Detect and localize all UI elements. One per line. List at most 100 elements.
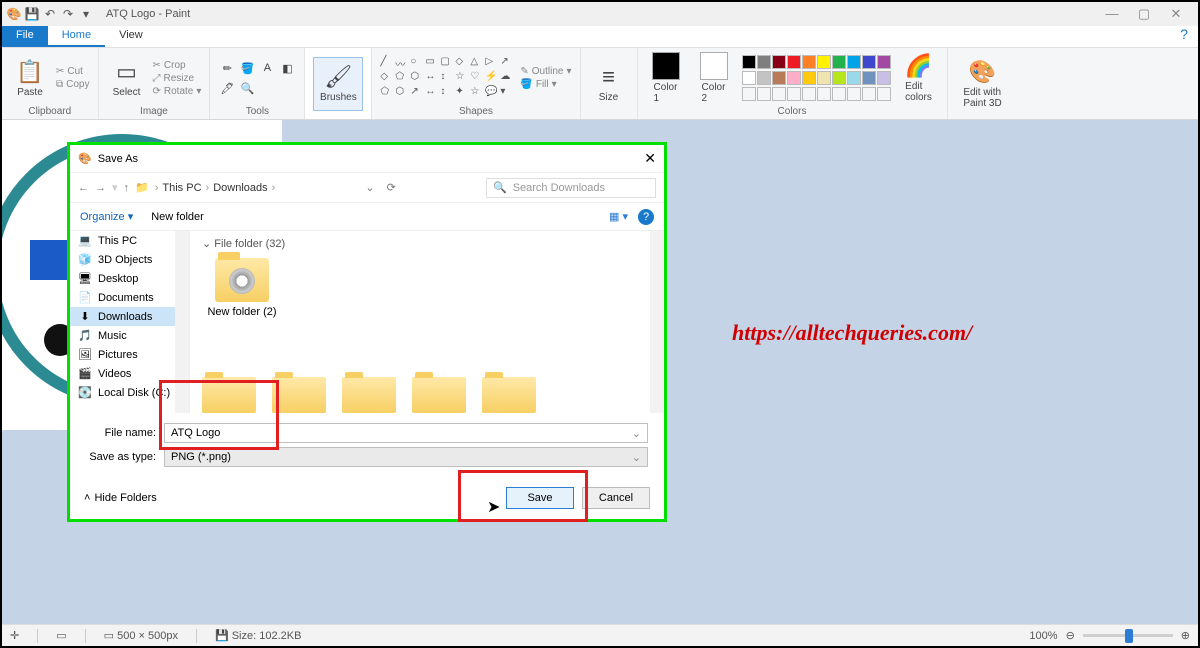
organize-button[interactable]: Organize ▾ — [80, 210, 133, 223]
save-icon[interactable]: 💾 — [24, 6, 40, 22]
brushes-button[interactable]: 🖌Brushes — [313, 57, 363, 111]
savetype-combo[interactable]: PNG (*.png)⌄ — [164, 447, 648, 467]
folder-icon[interactable] — [412, 377, 466, 413]
tree-icon: ⬇ — [78, 310, 92, 323]
back-button[interactable]: ← — [78, 182, 89, 194]
color-swatch[interactable] — [862, 55, 876, 69]
view-button[interactable]: ▦ ▾ — [609, 210, 628, 223]
maximize-button[interactable]: ▢ — [1130, 6, 1158, 22]
text-icon[interactable]: A — [258, 59, 276, 77]
color-swatch[interactable] — [772, 71, 786, 85]
zoom-in-button[interactable]: ⊕ — [1181, 629, 1190, 642]
zoom-out-button[interactable]: ⊖ — [1066, 629, 1075, 642]
shapes-gallery[interactable]: ╱〰○▭▢◇△▷↗ ◇⬠⬡↔↕☆♡⚡☁ ⬠⬡↗↔↕✦☆💬▾ — [380, 56, 514, 100]
color-swatch[interactable] — [862, 71, 876, 85]
color-swatch[interactable] — [802, 55, 816, 69]
up-button[interactable]: ↑ — [124, 182, 130, 194]
breadcrumb[interactable]: ›This PC ›Downloads › — [155, 182, 276, 194]
outline-button[interactable]: ✎Outline ▾ — [520, 66, 571, 77]
color-swatch[interactable] — [847, 55, 861, 69]
color2-button[interactable]: Color 2 — [694, 52, 734, 104]
tree-item[interactable]: 🎬Videos — [70, 364, 189, 383]
fill-shapes-button[interactable]: 🪣Fill ▾ — [520, 79, 571, 90]
group-label: Colors — [646, 104, 939, 117]
filename-label: File name: — [86, 427, 164, 439]
zoom-slider[interactable] — [1083, 634, 1173, 637]
dialog-close-button[interactable]: ✕ — [644, 150, 656, 167]
tree-item[interactable]: 📄Documents — [70, 288, 189, 307]
color-swatch[interactable] — [877, 55, 891, 69]
copy-button[interactable]: ⧉Copy — [56, 79, 90, 90]
eraser-icon[interactable]: ◧ — [278, 59, 296, 77]
folder-icon[interactable] — [202, 377, 256, 413]
color-swatch[interactable] — [742, 71, 756, 85]
folder-icon[interactable] — [482, 377, 536, 413]
tree-item[interactable]: 💻This PC — [70, 231, 189, 250]
color-swatch[interactable] — [877, 71, 891, 85]
color-swatch[interactable] — [817, 71, 831, 85]
tree-item[interactable]: 🖼Pictures — [70, 345, 189, 364]
color-swatch[interactable] — [802, 71, 816, 85]
forward-button[interactable]: → — [95, 182, 106, 194]
tree-scrollbar[interactable] — [175, 231, 189, 413]
folder-icon[interactable] — [272, 377, 326, 413]
fill-icon[interactable]: 🪣 — [238, 59, 256, 77]
close-button[interactable]: ✕ — [1162, 6, 1190, 22]
crop-button[interactable]: ✂Crop — [153, 60, 202, 71]
magnify-icon[interactable]: 🔍 — [238, 79, 256, 97]
folder-item[interactable]: New folder (2) — [202, 258, 282, 318]
color-swatch[interactable] — [772, 55, 786, 69]
minimize-button[interactable]: — — [1098, 6, 1126, 22]
color-swatch[interactable] — [757, 71, 771, 85]
dialog-toolbar: Organize ▾ New folder ▦ ▾ ? — [70, 203, 664, 231]
tab-file[interactable]: File — [2, 26, 48, 47]
filename-input[interactable]: ATQ Logo⌄ — [164, 423, 648, 443]
rotate-icon: ⟳ — [153, 86, 161, 97]
save-button[interactable]: Save — [506, 487, 574, 509]
new-folder-button[interactable]: New folder — [151, 211, 204, 223]
color-swatch[interactable] — [787, 55, 801, 69]
refresh-button[interactable]: ⟳ — [387, 181, 396, 194]
ribbon: 📋Paste ✂Cut ⧉Copy Clipboard ▭Select ✂Cro… — [2, 48, 1198, 120]
color-swatch[interactable] — [847, 71, 861, 85]
tab-home[interactable]: Home — [48, 26, 105, 47]
quick-access-toolbar: 🎨 💾 ↶ ↷ ▾ — [2, 6, 98, 22]
color1-button[interactable]: Color 1 — [646, 52, 686, 104]
crop-icon: ✂ — [153, 60, 161, 71]
content-scrollbar[interactable] — [650, 231, 664, 413]
hide-folders-button[interactable]: ˄Hide Folders — [84, 492, 157, 504]
color-swatch[interactable] — [832, 71, 846, 85]
edit-colors-button[interactable]: 🌈Edit colors — [899, 53, 939, 103]
help-icon[interactable]: ? — [638, 209, 654, 225]
pencil-icon[interactable]: ✏ — [218, 59, 236, 77]
cut-button[interactable]: ✂Cut — [56, 66, 90, 77]
cancel-button[interactable]: Cancel — [582, 487, 650, 509]
paste-button[interactable]: 📋Paste — [10, 59, 50, 98]
color-swatch[interactable] — [817, 55, 831, 69]
tree-item[interactable]: ⬇Downloads — [70, 307, 189, 326]
picker-icon[interactable]: 🖊 — [218, 79, 236, 97]
group-paint3d: 🎨Edit with Paint 3D — [948, 48, 1018, 119]
color-swatch[interactable] — [787, 71, 801, 85]
paint3d-button[interactable]: 🎨Edit with Paint 3D — [956, 59, 1010, 109]
tab-view[interactable]: View — [105, 26, 157, 47]
qat-dropdown-icon[interactable]: ▾ — [78, 6, 94, 22]
resize-button[interactable]: ⤢Resize — [153, 73, 202, 84]
tree-item[interactable]: 🧊3D Objects — [70, 250, 189, 269]
tree-item[interactable]: 🖥Desktop — [70, 269, 189, 288]
folder-icon[interactable] — [342, 377, 396, 413]
undo-icon[interactable]: ↶ — [42, 6, 58, 22]
help-icon[interactable]: ? — [1180, 26, 1198, 47]
select-button[interactable]: ▭Select — [107, 59, 147, 98]
redo-icon[interactable]: ↷ — [60, 6, 76, 22]
color2-swatch — [700, 52, 728, 80]
color-swatch[interactable] — [757, 55, 771, 69]
search-input[interactable]: 🔍 Search Downloads — [486, 178, 656, 198]
dialog-fields: File name: ATQ Logo⌄ Save as type: PNG (… — [70, 413, 664, 477]
color-swatch[interactable] — [742, 55, 756, 69]
tree-item[interactable]: 💽Local Disk (C:) — [70, 383, 189, 402]
size-button[interactable]: ≡Size — [589, 64, 629, 103]
tree-item[interactable]: 🎵Music — [70, 326, 189, 345]
rotate-button[interactable]: ⟳Rotate ▾ — [153, 86, 202, 97]
color-swatch[interactable] — [832, 55, 846, 69]
